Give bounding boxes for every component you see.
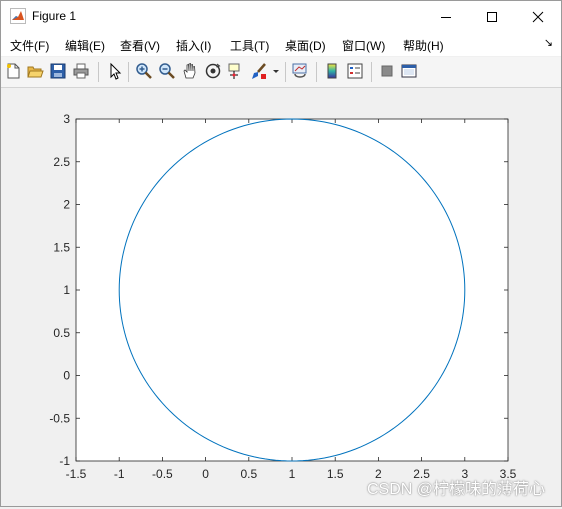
y-tick-label: 2.5	[53, 155, 70, 169]
figure-window: Figure 1 文件(F) 编辑(E) 查看(V) 插入(I) 工具(T) 桌…	[0, 0, 562, 507]
legend-icon[interactable]	[346, 62, 366, 82]
y-tick-label: 1.5	[53, 240, 70, 254]
menu-window[interactable]: 窗口(W)	[342, 37, 385, 54]
axes-background	[76, 119, 508, 461]
select-pointer-icon[interactable]	[106, 62, 126, 82]
rotate-3d-icon[interactable]	[204, 62, 224, 82]
close-button[interactable]	[515, 1, 561, 32]
menu-tools[interactable]: 工具(T)	[230, 37, 269, 54]
menu-help[interactable]: 帮助(H)	[403, 37, 444, 54]
title-bar[interactable]: Figure 1	[1, 1, 561, 32]
y-tick-label: 0	[63, 369, 70, 383]
x-tick-label: -0.5	[152, 467, 173, 481]
y-tick-label: -0.5	[49, 411, 70, 425]
toolbar-separator	[316, 62, 317, 82]
toolbar-separator	[371, 62, 372, 82]
x-tick-label: -1.5	[66, 467, 87, 481]
zoom-out-icon[interactable]	[158, 62, 178, 82]
new-figure-icon[interactable]	[4, 62, 24, 82]
link-plot-icon[interactable]	[291, 62, 311, 82]
window-title: Figure 1	[32, 9, 77, 23]
toolbar-separator	[128, 62, 129, 82]
matlab-logo-icon	[10, 8, 26, 24]
y-tick-label: -1	[59, 454, 70, 468]
y-tick-label: 1	[63, 283, 70, 297]
y-tick-label: 2	[63, 198, 70, 212]
close-icon	[532, 11, 544, 22]
open-file-icon[interactable]	[26, 62, 46, 82]
data-cursor-icon[interactable]	[227, 62, 247, 82]
menu-desktop[interactable]: 桌面(D)	[285, 37, 326, 54]
minimize-button[interactable]	[423, 1, 469, 32]
figure-toolbar	[1, 57, 561, 88]
hide-plot-tools-icon[interactable]	[378, 62, 398, 82]
maximize-icon	[487, 11, 497, 22]
brush-dropdown-icon[interactable]	[271, 62, 281, 82]
minimize-icon	[441, 16, 451, 18]
menu-edit[interactable]: 编辑(E)	[65, 37, 105, 54]
plot-canvas: -1.5 -1 -0.5 0 0.5 1 1.5 2 2.5 3 3.5-1-0.500.511.5…	[49, 112, 516, 481]
menu-file[interactable]: 文件(F)	[10, 37, 49, 54]
x-tick-label: -1	[114, 467, 125, 481]
colorbar-icon[interactable]	[323, 62, 343, 82]
y-tick-label: 3	[63, 112, 70, 126]
maximize-button[interactable]	[469, 1, 515, 32]
y-tick-label: 0.5	[53, 326, 70, 340]
brush-icon[interactable]	[250, 62, 270, 82]
menu-bar: 文件(F) 编辑(E) 查看(V) 插入(I) 工具(T) 桌面(D) 窗口(W…	[1, 32, 561, 56]
menu-view[interactable]: 查看(V)	[120, 37, 160, 54]
zoom-in-icon[interactable]	[135, 62, 155, 82]
toolbar-separator	[285, 62, 286, 82]
toolbar-separator	[98, 62, 99, 82]
x-tick-label: 0.5	[240, 467, 257, 481]
show-plot-tools-icon[interactable]	[400, 62, 420, 82]
x-tick-label: 1.5	[327, 467, 344, 481]
menu-insert[interactable]: 插入(I)	[176, 37, 211, 54]
x-tick-label: 1	[289, 467, 296, 481]
x-tick-label: 0	[202, 467, 209, 481]
pan-icon[interactable]	[181, 62, 201, 82]
watermark-text: CSDN @柠檬味的薄荷心	[366, 481, 545, 498]
save-icon[interactable]	[49, 62, 69, 82]
plot-area: -1.5 -1 -0.5 0 0.5 1 1.5 2 2.5 3 3.5 -1 -0.5 0 0.5 1 1.5…	[1, 88, 561, 506]
print-icon[interactable]	[72, 62, 92, 82]
menu-dock-arrow-icon[interactable]: ↘	[544, 36, 553, 49]
